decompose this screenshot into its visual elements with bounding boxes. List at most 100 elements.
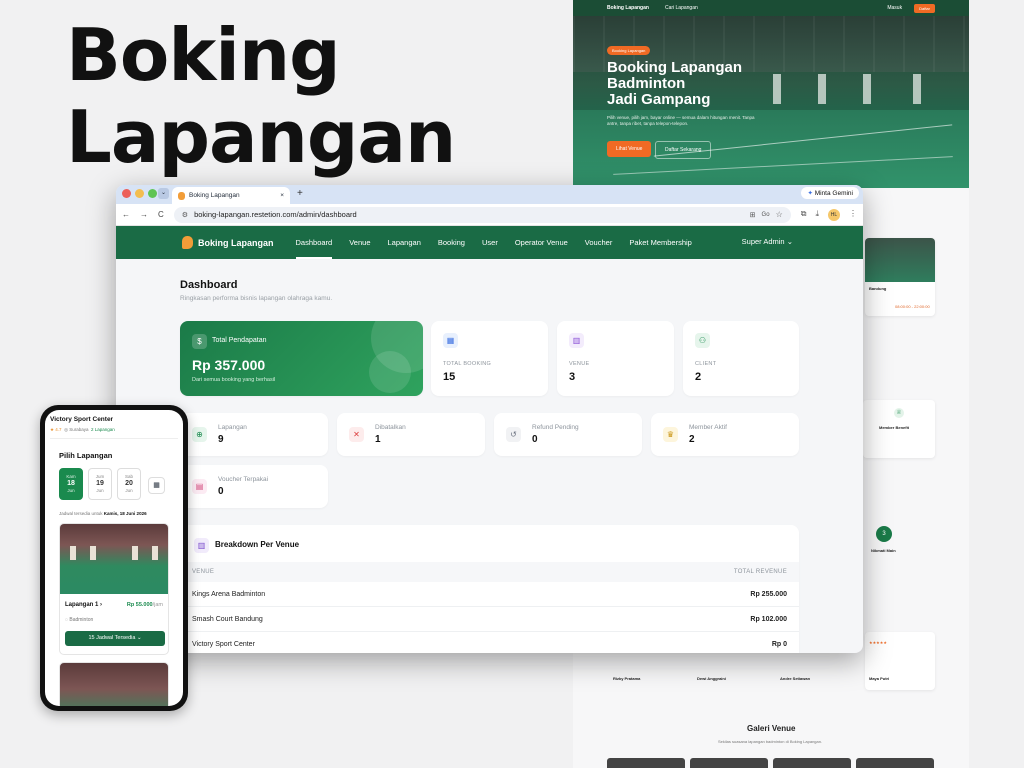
city: ◎ Surabaya: [64, 427, 89, 432]
hero-title: Booking Lapangan Badminton Jadi Gampang: [607, 60, 787, 108]
gemini-label: Minta Gemini: [814, 190, 853, 197]
reload-icon[interactable]: C: [158, 210, 164, 219]
translate-icon[interactable]: ⊞: [750, 211, 756, 219]
address-bar[interactable]: ⚙ boking-lapangan.restetion.com/admin/da…: [173, 206, 791, 223]
gallery-thumbnail[interactable]: [690, 758, 768, 768]
gallery-thumbnail[interactable]: [607, 758, 685, 768]
favicon-icon: [178, 191, 185, 200]
court-card[interactable]: [59, 662, 169, 706]
date-month: Jun: [96, 488, 104, 493]
nav-booking[interactable]: Booking: [438, 226, 465, 259]
landing-brand[interactable]: Boking Lapangan: [607, 5, 649, 11]
date-option[interactable]: Sab 20 Jun: [117, 468, 141, 500]
users-icon: ⚇: [695, 333, 710, 348]
calendar-icon[interactable]: ▦: [148, 477, 165, 494]
chevron-down-icon: ⌄: [786, 237, 793, 246]
app-brand[interactable]: Boking Lapangan: [182, 236, 274, 249]
available-schedule-button[interactable]: 15 Jadwal Tersedia ⌄: [65, 631, 165, 646]
reviewer-name: Maya Putri: [869, 676, 890, 681]
gallery-thumbnail[interactable]: [773, 758, 851, 768]
browser-tab[interactable]: Boking Lapangan ×: [172, 187, 290, 204]
venue-revenue: Rp 102.000: [750, 616, 787, 623]
tab-search-button[interactable]: ⌄: [158, 188, 169, 199]
benefit-title: Member Benefit: [879, 425, 910, 430]
stat-label: TOTAL BOOKING: [443, 361, 492, 367]
gallery-thumbnail[interactable]: [856, 758, 934, 768]
dollar-icon: $: [192, 334, 207, 349]
url-text[interactable]: boking-lapangan.restetion.com/admin/dash…: [194, 210, 357, 219]
landing-login-link[interactable]: Masuk: [887, 5, 902, 11]
close-window-button[interactable]: [122, 189, 131, 198]
browser-menu-icon[interactable]: ⋮: [849, 209, 857, 221]
review-card: ★★★★★ Maya Putri: [865, 632, 935, 690]
mini-stat-value: 0: [218, 486, 224, 497]
mini-stat-label: Dibatalkan: [375, 424, 406, 431]
court-name[interactable]: Lapangan 1 ›: [65, 602, 102, 608]
maximize-window-button[interactable]: [148, 189, 157, 198]
venue-name: Smash Court Bandung: [192, 616, 263, 623]
nav-lapangan[interactable]: Lapangan: [388, 226, 421, 259]
gallery-title: Galeri Venue: [747, 724, 796, 733]
nav-voucher[interactable]: Voucher: [585, 226, 613, 259]
mini-stat-label: Voucher Terpakai: [218, 476, 269, 483]
trophy-icon: ♕: [894, 408, 904, 418]
nav-operator-venue[interactable]: Operator Venue: [515, 226, 568, 259]
close-tab-icon[interactable]: ×: [280, 192, 284, 199]
forward-icon[interactable]: →: [140, 210, 148, 219]
minimize-window-button[interactable]: [135, 189, 144, 198]
image-window: [70, 546, 76, 560]
voucher-icon: ▤: [192, 479, 207, 494]
site-info-icon[interactable]: ⚙: [182, 211, 188, 219]
headline-line-2: Lapangan: [66, 95, 456, 179]
table-row[interactable]: Kings Arena Badminton Rp 255.000: [180, 582, 799, 607]
reviewer-name: Dewi Anggraini: [697, 676, 726, 681]
back-icon[interactable]: ←: [122, 210, 130, 219]
nav-venue[interactable]: Venue: [349, 226, 370, 259]
date-option[interactable]: Jum 19 Jun: [88, 468, 112, 500]
rating: ★ 4.7: [50, 427, 62, 432]
user-menu[interactable]: Super Admin ⌄: [742, 237, 793, 246]
hero-primary-button[interactable]: Lihat Venue: [607, 141, 652, 157]
profile-avatar[interactable]: HL: [828, 208, 840, 221]
landing-register-button[interactable]: Daftar: [914, 3, 935, 13]
breakdown-title: Breakdown Per Venue: [215, 540, 300, 549]
image-window: [90, 546, 96, 560]
chevron-down-icon: ⌄: [136, 635, 142, 641]
sport-label: Badminton: [69, 617, 94, 623]
gemini-button[interactable]: ✦ Minta Gemini: [801, 187, 859, 199]
mini-stat-refund-pending: ↺ Refund Pending 0: [494, 413, 642, 456]
crown-icon: ♛: [663, 427, 678, 442]
decor-circle: [369, 351, 411, 393]
court-price: Rp 55.000/jam: [127, 602, 163, 608]
nav-dashboard[interactable]: Dashboard: [295, 226, 332, 259]
mobile-venue-meta: ★ 4.7 ◎ Surabaya 2 Lapangan: [50, 427, 115, 433]
phone-screen: Victory Sport Center ★ 4.7 ◎ Surabaya 2 …: [45, 410, 183, 706]
calendar-icon: ▦: [443, 333, 458, 348]
shuttlecock-icon: ◌: [65, 617, 68, 623]
extensions-icon[interactable]: ⧉: [801, 209, 807, 221]
venue-card-city: Bandung: [869, 286, 887, 291]
venue-card[interactable]: Bandung 08:00:00 - 22:00:00: [865, 238, 935, 316]
nav-paket-membership[interactable]: Paket Membership: [629, 226, 692, 259]
court-card[interactable]: Lapangan 1 › Rp 55.000/jam ◌ Badminton 1…: [59, 523, 169, 655]
lens-icon[interactable]: Go: [762, 212, 770, 218]
date-option-selected[interactable]: Kam 18 Jun: [59, 468, 83, 500]
table-header: VENUE TOTAL REVENUE: [180, 562, 799, 582]
mini-stat-label: Lapangan: [218, 424, 247, 431]
table-row[interactable]: Victory Sport Center Rp 0: [180, 632, 799, 653]
table-row[interactable]: Smash Court Bandung Rp 102.000: [180, 607, 799, 632]
phone-mockup: Victory Sport Center ★ 4.7 ◎ Surabaya 2 …: [40, 405, 188, 711]
download-icon[interactable]: ⤓: [815, 209, 819, 221]
revenue-note: Dari semua booking yang berhasil: [192, 377, 276, 383]
hero-secondary-button[interactable]: Daftar Sekarang: [655, 141, 712, 159]
date-month: Jun: [67, 488, 75, 493]
venue-name: Victory Sport Center: [192, 641, 255, 648]
bookmark-star-icon[interactable]: ☆: [776, 210, 783, 219]
page-subtitle: Ringkasan performa bisnis lapangan olahr…: [180, 295, 333, 302]
hero-badge: Booking Lapangan: [607, 46, 651, 55]
court-price-unit: /jam: [152, 602, 163, 608]
hero-subtitle: Pilih venue, pilih jam, bayar online — s…: [607, 115, 755, 126]
new-tab-button[interactable]: +: [297, 188, 303, 199]
landing-nav-link[interactable]: Cari Lapangan: [665, 5, 698, 11]
nav-user[interactable]: User: [482, 226, 498, 259]
